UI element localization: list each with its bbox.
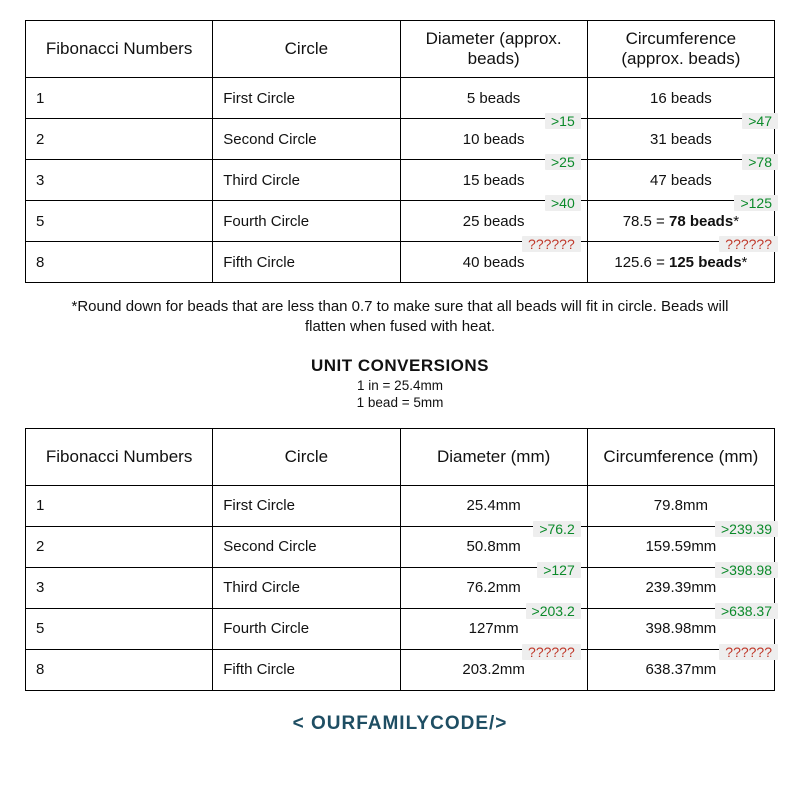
col-fib: Fibonacci Numbers: [26, 428, 213, 485]
circle-cell: Second Circle: [213, 119, 400, 160]
mm-table: Fibonacci Numbers Circle Diameter (mm) C…: [25, 428, 775, 691]
circle-cell: Fifth Circle: [213, 242, 400, 283]
sum-annotation: >78: [742, 154, 778, 170]
sum-annotation: >76.2: [533, 521, 580, 537]
unit-conversions-heading: Unit Conversions: [25, 356, 775, 376]
fib-cell: 8: [26, 649, 213, 690]
fib-cell: 3: [26, 160, 213, 201]
sum-annotation: >127: [537, 562, 581, 578]
brand-text: OURFAMILYCODE: [305, 713, 489, 734]
fib-cell: 5: [26, 201, 213, 242]
circle-cell: Fourth Circle: [213, 201, 400, 242]
sum-annotation: >638.37: [715, 603, 778, 619]
col-circumference: Circumference (approx. beads): [587, 21, 774, 78]
table-row: 3Third Circle15 beads>4047 beads>125: [26, 160, 775, 201]
table-row: 2Second Circle50.8mm>127159.59mm>398.98: [26, 526, 775, 567]
circle-cell: Third Circle: [213, 160, 400, 201]
col-diameter: Diameter (approx. beads): [400, 21, 587, 78]
question-annotation: ??????: [719, 236, 778, 252]
circle-cell: Fourth Circle: [213, 608, 400, 649]
site-brand: < OURFAMILYCODE/>: [25, 713, 775, 735]
question-annotation: ??????: [522, 236, 581, 252]
col-circumference: Circumference (mm): [587, 428, 774, 485]
table-row: 3Third Circle76.2mm>203.2239.39mm>638.37: [26, 567, 775, 608]
col-circle: Circle: [213, 428, 400, 485]
circle-cell: First Circle: [213, 78, 400, 119]
diameter-cell: 25.4mm>76.2: [400, 485, 587, 526]
circle-cell: First Circle: [213, 485, 400, 526]
circle-cell: Third Circle: [213, 567, 400, 608]
fib-cell: 1: [26, 485, 213, 526]
beads-table: Fibonacci Numbers Circle Diameter (appro…: [25, 20, 775, 283]
table-row: 5Fourth Circle127mm??????398.98mm??????: [26, 608, 775, 649]
fib-cell: 2: [26, 119, 213, 160]
table-row: 8Fifth Circle40 beads125.6 = 125 beads*: [26, 242, 775, 283]
col-fib: Fibonacci Numbers: [26, 21, 213, 78]
question-annotation: ??????: [522, 644, 581, 660]
diameter-cell: 5 beads>15: [400, 78, 587, 119]
sum-annotation: >15: [545, 113, 581, 129]
sum-annotation: >47: [742, 113, 778, 129]
sum-annotation: >25: [545, 154, 581, 170]
table-row: 1First Circle5 beads>1516 beads>47: [26, 78, 775, 119]
table-row: 2Second Circle10 beads>2531 beads>78: [26, 119, 775, 160]
fib-cell: 2: [26, 526, 213, 567]
fib-cell: 8: [26, 242, 213, 283]
col-diameter: Diameter (mm): [400, 428, 587, 485]
circle-cell: Fifth Circle: [213, 649, 400, 690]
circumference-cell: 79.8mm>239.39: [587, 485, 774, 526]
table-row: 5Fourth Circle25 beads??????78.5 = 78 be…: [26, 201, 775, 242]
table-header-row: Fibonacci Numbers Circle Diameter (appro…: [26, 21, 775, 78]
fib-cell: 3: [26, 567, 213, 608]
sum-annotation: >203.2: [526, 603, 581, 619]
sum-annotation: >125: [734, 195, 778, 211]
table-header-row: Fibonacci Numbers Circle Diameter (mm) C…: [26, 428, 775, 485]
sum-annotation: >40: [545, 195, 581, 211]
circle-cell: Second Circle: [213, 526, 400, 567]
question-annotation: ??????: [719, 644, 778, 660]
circumference-cell: 16 beads>47: [587, 78, 774, 119]
sum-annotation: >239.39: [715, 521, 778, 537]
rounding-note: *Round down for beads that are less than…: [65, 297, 735, 338]
angle-open-icon: <: [293, 713, 305, 734]
conversion-line: 1 bead = 5mm: [25, 395, 775, 410]
fib-cell: 1: [26, 78, 213, 119]
table-row: 8Fifth Circle203.2mm638.37mm: [26, 649, 775, 690]
table-row: 1First Circle25.4mm>76.279.8mm>239.39: [26, 485, 775, 526]
col-circle: Circle: [213, 21, 400, 78]
angle-close-icon: >: [495, 713, 507, 734]
fib-cell: 5: [26, 608, 213, 649]
conversion-line: 1 in = 25.4mm: [25, 378, 775, 393]
sum-annotation: >398.98: [715, 562, 778, 578]
